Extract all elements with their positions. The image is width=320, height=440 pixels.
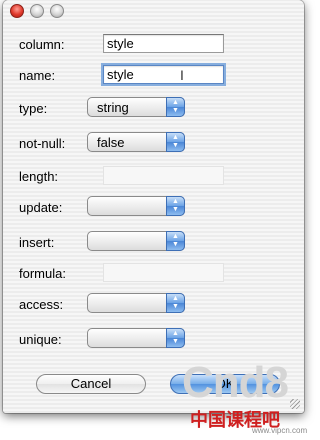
close-window-button[interactable]	[10, 4, 24, 18]
text-cursor-icon: I	[180, 67, 184, 83]
access-select[interactable]: ▲ ▼	[87, 293, 185, 313]
insert-label: insert:	[19, 235, 55, 250]
not-null-select[interactable]: false ▲ ▼	[87, 132, 185, 152]
watermark: Cnd8 中国课程吧 www.vipcn.com	[182, 354, 316, 440]
chevron-updown-icon: ▲ ▼	[166, 196, 185, 216]
formula-label: formula:	[19, 266, 66, 281]
title-bar	[3, 0, 304, 22]
name-label: name:	[19, 68, 56, 83]
column-label: column:	[19, 37, 65, 52]
minimize-window-button[interactable]	[30, 4, 44, 18]
chevron-updown-icon: ▲ ▼	[166, 132, 185, 152]
not-null-select-value: false	[97, 135, 125, 150]
cancel-button[interactable]: Cancel	[36, 374, 146, 394]
unique-label: unique:	[19, 332, 62, 347]
zoom-window-button[interactable]	[50, 4, 64, 18]
unique-select[interactable]: ▲ ▼	[87, 328, 185, 348]
name-field[interactable]: style	[103, 65, 224, 84]
chevron-updown-icon: ▲ ▼	[166, 293, 185, 313]
dialog-window: column: style name: style I type: string…	[3, 0, 304, 413]
update-select[interactable]: ▲ ▼	[87, 196, 185, 216]
length-label: length:	[19, 169, 59, 184]
watermark-url: www.vipcn.com	[252, 426, 308, 435]
type-label: type:	[19, 101, 48, 116]
not-null-label: not-null:	[19, 136, 66, 151]
column-field[interactable]: style	[103, 34, 224, 53]
chevron-updown-icon: ▲ ▼	[166, 97, 185, 117]
length-field[interactable]	[103, 166, 224, 185]
chevron-updown-icon: ▲ ▼	[166, 231, 185, 251]
type-select-value: string	[97, 100, 129, 115]
chevron-updown-icon: ▲ ▼	[166, 328, 185, 348]
formula-field[interactable]	[103, 263, 224, 282]
insert-select[interactable]: ▲ ▼	[87, 231, 185, 251]
access-label: access:	[19, 297, 64, 312]
watermark-logo: Cnd8	[182, 358, 289, 407]
update-label: update:	[19, 200, 63, 215]
type-select[interactable]: string ▲ ▼	[87, 97, 185, 117]
